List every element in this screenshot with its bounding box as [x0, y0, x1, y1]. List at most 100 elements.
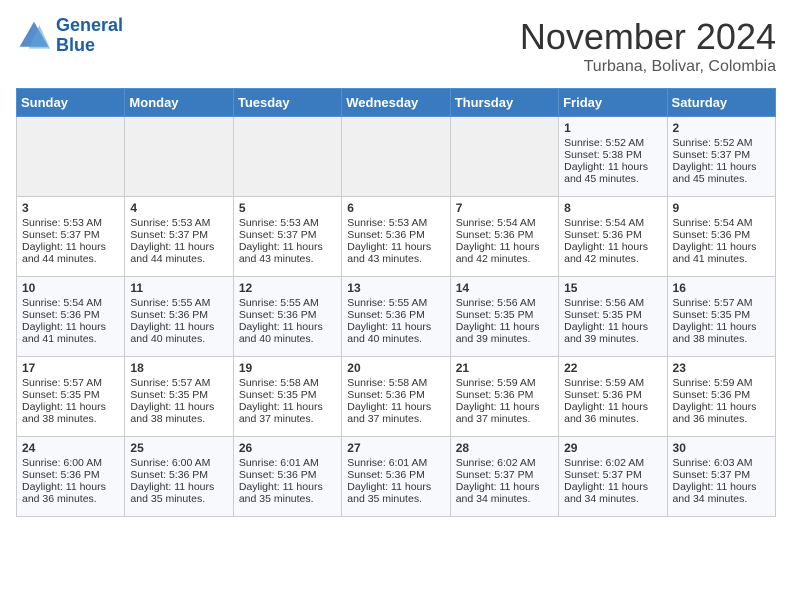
day-info: Sunset: 5:36 PM — [564, 389, 661, 401]
day-info: Daylight: 11 hours and 38 minutes. — [673, 321, 770, 345]
weekday-header: Tuesday — [233, 89, 341, 117]
calendar-cell: 5Sunrise: 5:53 AMSunset: 5:37 PMDaylight… — [233, 197, 341, 277]
day-info: Daylight: 11 hours and 35 minutes. — [347, 481, 444, 505]
day-number: 5 — [239, 201, 336, 215]
day-info: Sunrise: 5:52 AM — [673, 137, 770, 149]
day-info: Sunset: 5:35 PM — [673, 309, 770, 321]
calendar-cell: 17Sunrise: 5:57 AMSunset: 5:35 PMDayligh… — [17, 357, 125, 437]
calendar-cell: 10Sunrise: 5:54 AMSunset: 5:36 PMDayligh… — [17, 277, 125, 357]
calendar-cell: 19 Sunrise: 5:58 AMSunset: 5:35 PMDayligh… — [233, 357, 341, 437]
day-info: Sunset: 5:37 PM — [130, 229, 227, 241]
day-info: Sunrise: 5:55 AM — [130, 297, 227, 309]
calendar-cell: 18Sunrise: 5:57 AMSunset: 5:35 PMDayligh… — [125, 357, 233, 437]
day-info: Daylight: 11 hours and 45 minutes. — [673, 161, 770, 185]
page-header: General Blue November 2024 Turbana, Boli… — [16, 16, 776, 76]
day-info: Daylight: 11 hours and 37 minutes. — [239, 401, 336, 425]
day-number: 10 — [22, 281, 119, 295]
day-info: Sunrise: 5:53 AM — [239, 217, 336, 229]
day-info: Sunset: 5:36 PM — [22, 469, 119, 481]
calendar-cell: 8Sunrise: 5:54 AMSunset: 5:36 PMDaylight… — [559, 197, 667, 277]
day-info: Sunrise: 5:57 AM — [22, 377, 119, 389]
day-number: 2 — [673, 121, 770, 135]
day-info: Daylight: 11 hours and 36 minutes. — [673, 401, 770, 425]
day-number: 27 — [347, 441, 444, 455]
day-info: Sunset: 5:36 PM — [347, 309, 444, 321]
day-info: Sunset: 5:35 PM — [456, 309, 553, 321]
calendar-cell: 2Sunrise: 5:52 AMSunset: 5:37 PMDaylight… — [667, 117, 775, 197]
day-info: Sunrise: 5:58 AM — [239, 377, 336, 389]
day-info: Sunset: 5:38 PM — [564, 149, 661, 161]
day-number: 11 — [130, 281, 227, 295]
day-info: Sunset: 5:36 PM — [239, 309, 336, 321]
day-number: 1 — [564, 121, 661, 135]
month-title: November 2024 — [520, 16, 776, 58]
calendar-cell: 24Sunrise: 6:00 AMSunset: 5:36 PMDayligh… — [17, 437, 125, 517]
day-number: 29 — [564, 441, 661, 455]
weekday-header: Sunday — [17, 89, 125, 117]
day-number: 25 — [130, 441, 227, 455]
day-info: Daylight: 11 hours and 35 minutes. — [239, 481, 336, 505]
day-info: Sunrise: 5:52 AM — [564, 137, 661, 149]
calendar-week-row: 10Sunrise: 5:54 AMSunset: 5:36 PMDayligh… — [17, 277, 776, 357]
day-info: Daylight: 11 hours and 45 minutes. — [564, 161, 661, 185]
day-info: Sunset: 5:36 PM — [564, 229, 661, 241]
day-info: Daylight: 11 hours and 36 minutes. — [22, 481, 119, 505]
calendar-cell: 27 Sunrise: 6:01 AMSunset: 5:36 PMDayligh… — [342, 437, 450, 517]
day-info: Sunset: 5:37 PM — [239, 229, 336, 241]
day-info: Sunset: 5:36 PM — [673, 389, 770, 401]
day-number: 3 — [22, 201, 119, 215]
day-number: 23 — [673, 361, 770, 375]
calendar-cell — [342, 117, 450, 197]
day-info: Sunset: 5:36 PM — [456, 229, 553, 241]
calendar-cell: 7Sunrise: 5:54 AMSunset: 5:36 PMDaylight… — [450, 197, 558, 277]
calendar-cell — [17, 117, 125, 197]
day-info: Sunset: 5:36 PM — [673, 229, 770, 241]
weekday-header: Wednesday — [342, 89, 450, 117]
calendar-cell: 4Sunrise: 5:53 AMSunset: 5:37 PMDaylight… — [125, 197, 233, 277]
day-info: Sunrise: 5:54 AM — [673, 217, 770, 229]
calendar-cell: 26Sunrise: 6:01 AMSunset: 5:36 PMDayligh… — [233, 437, 341, 517]
day-info: Sunrise: 6:01 AM — [347, 457, 444, 469]
day-info: Daylight: 11 hours and 42 minutes. — [564, 241, 661, 265]
day-number: 13 — [347, 281, 444, 295]
calendar-cell: 20Sunrise: 5:58 AMSunset: 5:36 PMDayligh… — [342, 357, 450, 437]
day-number: 20 — [347, 361, 444, 375]
day-info: Sunset: 5:36 PM — [347, 469, 444, 481]
day-info: Sunrise: 5:58 AM — [347, 377, 444, 389]
day-info: Sunset: 5:35 PM — [239, 389, 336, 401]
weekday-header: Saturday — [667, 89, 775, 117]
weekday-header: Thursday — [450, 89, 558, 117]
day-info: Sunset: 5:35 PM — [22, 389, 119, 401]
day-info: Sunrise: 5:53 AM — [347, 217, 444, 229]
calendar-header-row: SundayMondayTuesdayWednesdayThursdayFrid… — [17, 89, 776, 117]
day-info: Sunset: 5:36 PM — [130, 309, 227, 321]
day-info: Sunrise: 5:57 AM — [130, 377, 227, 389]
calendar-week-row: 17Sunrise: 5:57 AMSunset: 5:35 PMDayligh… — [17, 357, 776, 437]
day-number: 14 — [456, 281, 553, 295]
day-number: 12 — [239, 281, 336, 295]
day-info: Daylight: 11 hours and 35 minutes. — [130, 481, 227, 505]
calendar-cell: 3Sunrise: 5:53 AMSunset: 5:37 PMDaylight… — [17, 197, 125, 277]
day-info: Sunset: 5:36 PM — [456, 389, 553, 401]
day-info: Sunrise: 6:03 AM — [673, 457, 770, 469]
day-number: 22 — [564, 361, 661, 375]
calendar-cell: 25 Sunrise: 6:00 AMSunset: 5:36 PMDayligh… — [125, 437, 233, 517]
day-info: Sunrise: 5:54 AM — [22, 297, 119, 309]
day-info: Sunset: 5:36 PM — [347, 229, 444, 241]
day-info: Daylight: 11 hours and 42 minutes. — [456, 241, 553, 265]
day-info: Sunset: 5:36 PM — [130, 469, 227, 481]
day-info: Daylight: 11 hours and 36 minutes. — [564, 401, 661, 425]
calendar-cell: 11 Sunrise: 5:55 AMSunset: 5:36 PMDayligh… — [125, 277, 233, 357]
calendar-cell: 30Sunrise: 6:03 AMSunset: 5:37 PMDayligh… — [667, 437, 775, 517]
calendar-week-row: 24Sunrise: 6:00 AMSunset: 5:36 PMDayligh… — [17, 437, 776, 517]
calendar-cell: 13Sunrise: 5:55 AMSunset: 5:36 PMDayligh… — [342, 277, 450, 357]
day-info: Sunrise: 6:01 AM — [239, 457, 336, 469]
day-info: Daylight: 11 hours and 37 minutes. — [456, 401, 553, 425]
day-info: Sunset: 5:36 PM — [347, 389, 444, 401]
day-info: Daylight: 11 hours and 38 minutes. — [130, 401, 227, 425]
day-info: Sunrise: 6:00 AM — [22, 457, 119, 469]
day-info: Daylight: 11 hours and 39 minutes. — [564, 321, 661, 345]
day-info: Daylight: 11 hours and 40 minutes. — [130, 321, 227, 345]
day-number: 19 — [239, 361, 336, 375]
day-info: Sunrise: 6:00 AM — [130, 457, 227, 469]
